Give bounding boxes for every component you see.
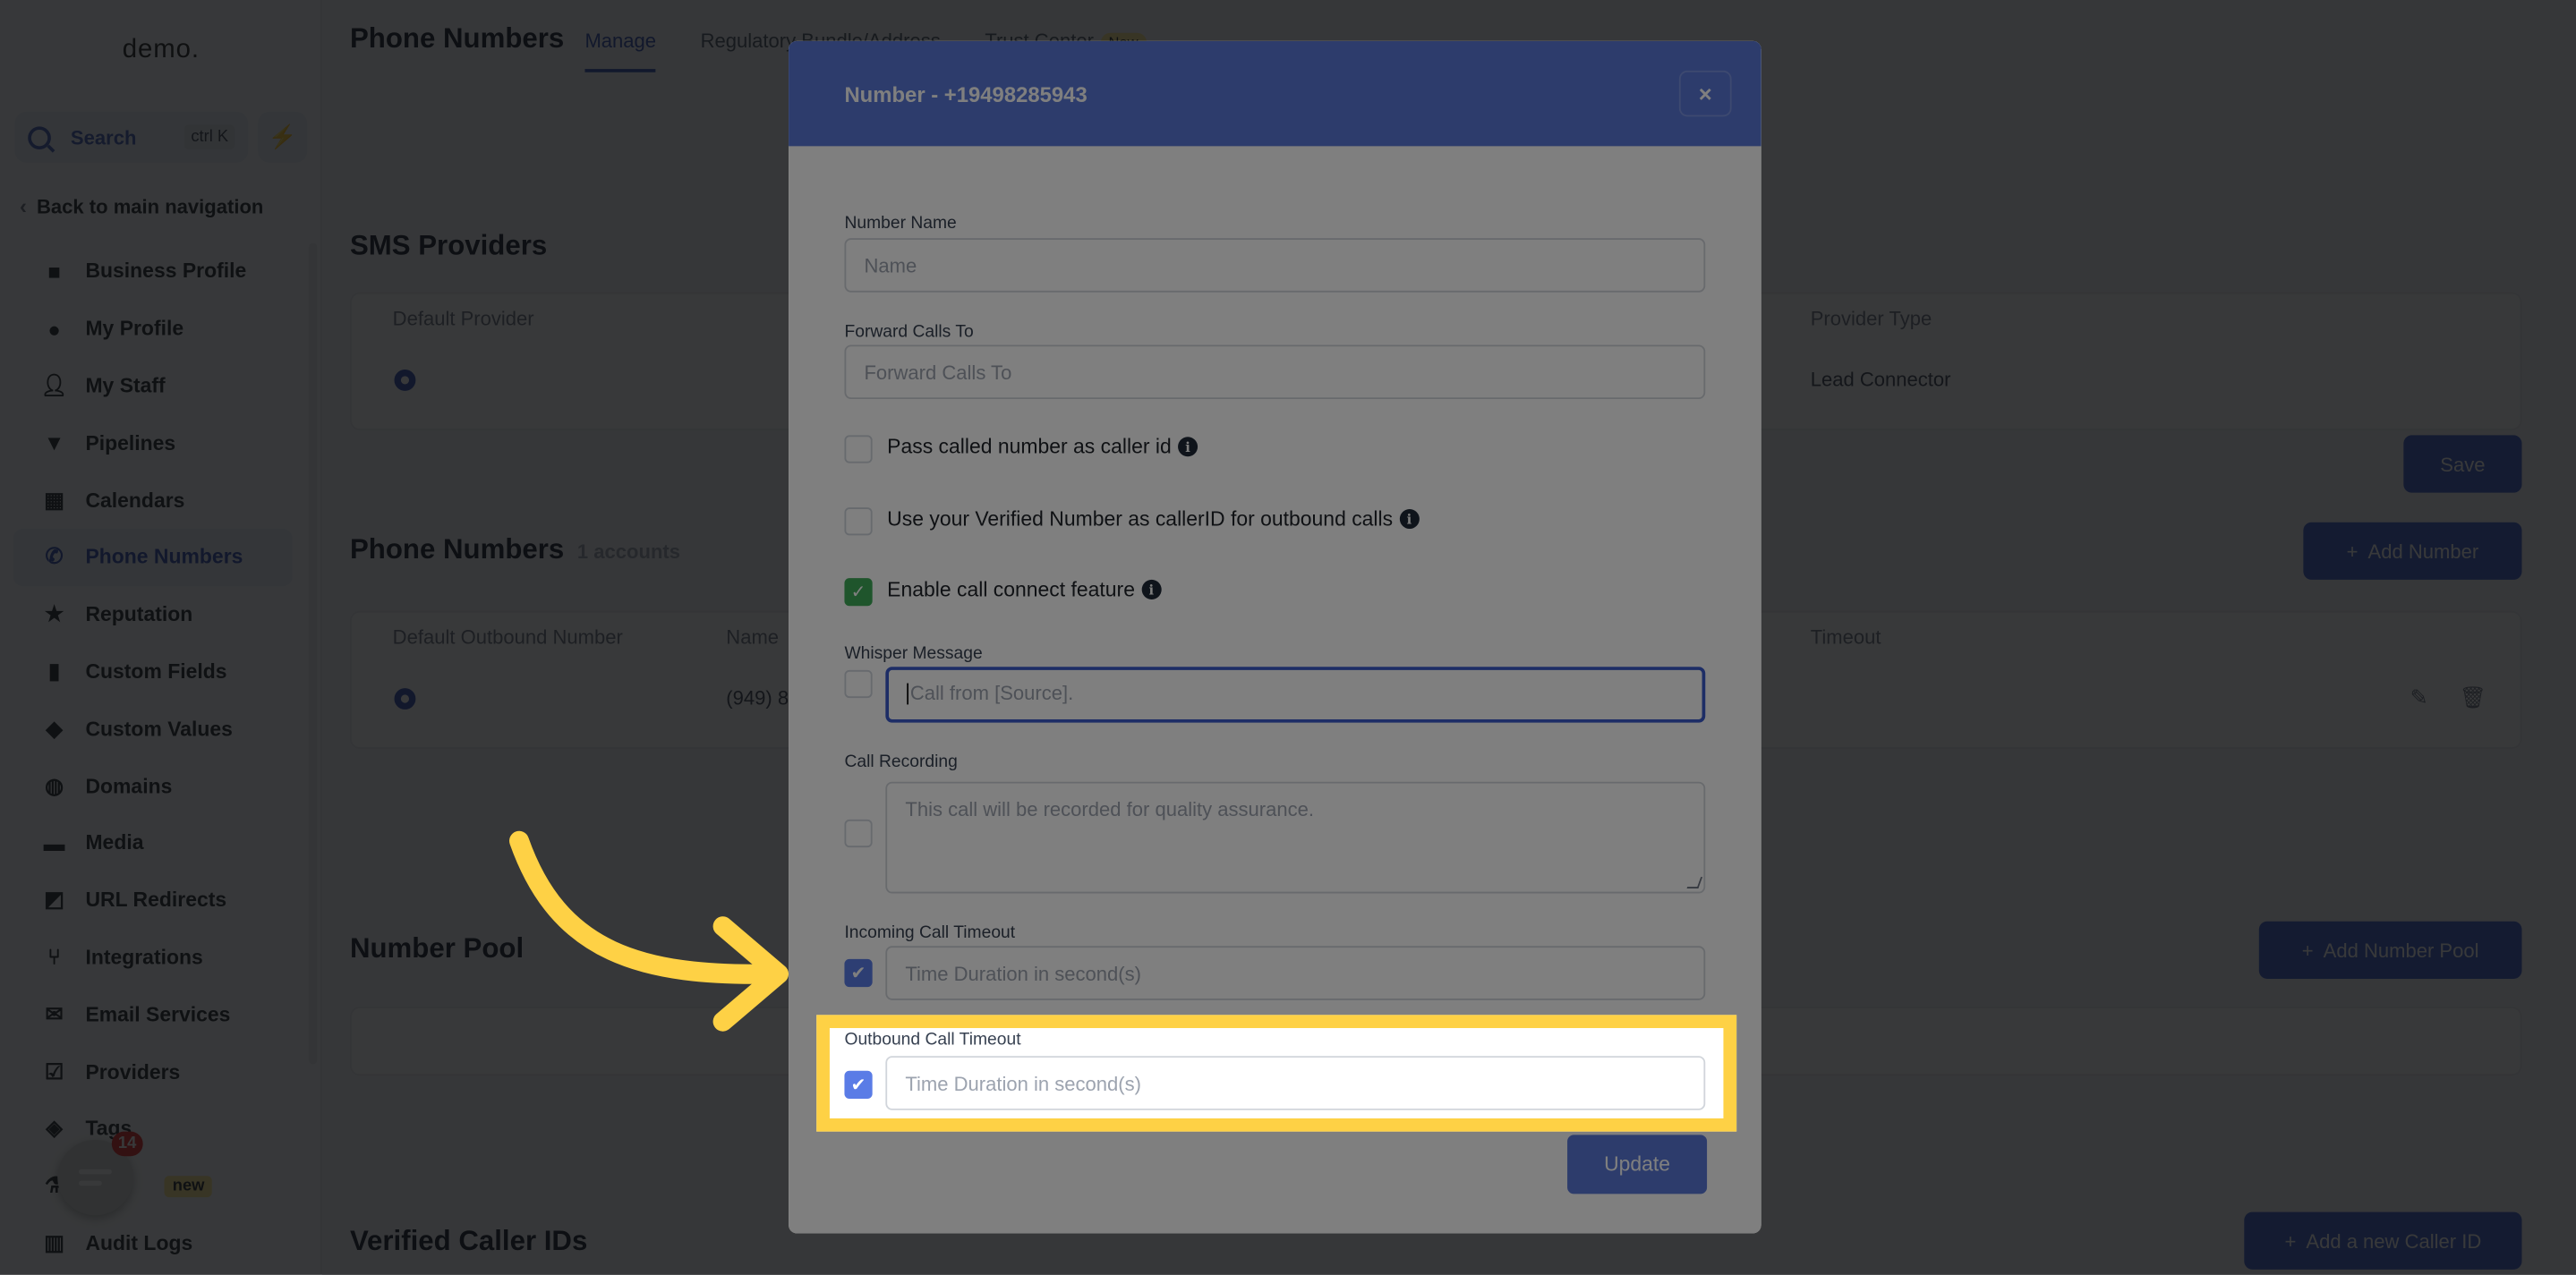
text-caret (907, 684, 909, 706)
label-text: Pass called number as caller id (887, 435, 1172, 459)
check-icon: ✓ (850, 582, 866, 603)
outbound-timeout-label: Outbound Call Timeout (844, 1029, 1021, 1050)
number-name-label: Number Name (844, 213, 957, 234)
modal-header: Number - +19498285943 × (789, 40, 1761, 147)
call-recording-label: Call Recording (844, 752, 958, 772)
resize-handle[interactable] (1686, 877, 1703, 889)
call-recording-textarea[interactable]: This call will be recorded for quality a… (885, 781, 1706, 894)
check-icon: ✔ (850, 1075, 866, 1096)
outbound-timeout-checkbox[interactable]: ✔ (844, 1070, 873, 1099)
call-connect-label: Enable call connect feature i (887, 578, 1162, 601)
close-icon: × (1698, 80, 1712, 107)
close-button[interactable]: × (1678, 70, 1732, 117)
info-icon[interactable]: i (1178, 437, 1198, 457)
pass-called-number-checkbox[interactable] (844, 435, 873, 463)
check-icon: ✔ (850, 964, 866, 984)
update-button[interactable]: Update (1567, 1135, 1708, 1194)
incoming-timeout-checkbox[interactable]: ✔ (844, 958, 873, 988)
outbound-timeout-input[interactable]: Time Duration in second(s) (885, 1056, 1706, 1110)
modal-title: Number - +19498285943 (844, 81, 1088, 106)
use-verified-number-label: Use your Verified Number as callerID for… (887, 507, 1420, 531)
call-connect-checkbox[interactable]: ✓ (844, 578, 873, 607)
whisper-message-label: Whisper Message (844, 643, 983, 664)
whisper-message-input[interactable]: Call from [Source]. (885, 667, 1706, 723)
incoming-timeout-input[interactable]: Time Duration in second(s) (885, 946, 1706, 1000)
forward-calls-label: Forward Calls To (844, 321, 974, 342)
highlight-outbound-call-timeout: Outbound Call Timeout ✔ Time Duration in… (816, 1015, 1737, 1132)
pass-called-number-label: Pass called number as caller id i (887, 435, 1198, 458)
number-name-input[interactable]: Name (844, 238, 1706, 293)
label-text: Enable call connect feature (887, 578, 1135, 601)
placeholder: Call from [Source]. (909, 681, 1074, 705)
whisper-message-checkbox[interactable] (844, 669, 873, 699)
placeholder: This call will be recorded for quality a… (905, 798, 1314, 821)
forward-calls-input[interactable]: Forward Calls To (844, 344, 1706, 400)
incoming-timeout-label: Incoming Call Timeout (844, 922, 1016, 943)
use-verified-number-checkbox[interactable] (844, 507, 873, 536)
app-root: demo. Search ctrl K ⚡ ‹ Back to main nav… (0, 0, 2576, 1275)
annotation-arrow-icon (509, 830, 789, 1032)
call-recording-checkbox[interactable] (844, 819, 873, 848)
info-icon[interactable]: i (1399, 509, 1420, 530)
label-text: Use your Verified Number as callerID for… (887, 507, 1394, 531)
info-icon[interactable]: i (1141, 579, 1162, 599)
